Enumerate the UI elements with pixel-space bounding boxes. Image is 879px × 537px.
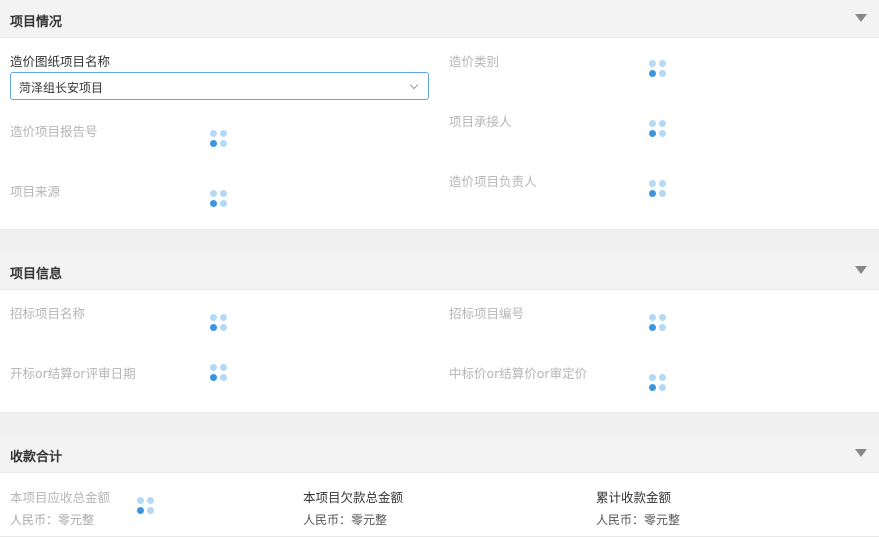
loading-spinner-icon (210, 314, 230, 334)
loading-spinner-icon (649, 180, 669, 200)
project-status-header[interactable]: 项目情况 (0, 0, 879, 38)
receivable-label: 本项目应收总金额 (10, 490, 111, 505)
collapse-caret-icon[interactable] (855, 266, 867, 274)
collected-label: 累计收款金额 (596, 490, 672, 505)
project-info-title: 项目信息 (10, 267, 63, 282)
collection-header[interactable]: 收款合计 (0, 435, 879, 473)
collection-section: 收款合计 本项目应收总金额 人民币：零元整 本项目欠款总金额 人民币：零元整 累… (0, 435, 879, 537)
collected-value: 人民币：零元整 (596, 513, 681, 527)
loading-spinner-icon (649, 120, 669, 140)
undertaker-label: 项目承接人 (449, 114, 512, 129)
collection-title: 收款合计 (10, 450, 63, 465)
drawing-project-label: 造价图纸项目名称 (10, 54, 111, 69)
chevron-down-icon (409, 80, 419, 90)
date-label: 开标or结算or评审日期 (10, 366, 136, 381)
loading-spinner-icon (137, 497, 157, 517)
loading-spinner-icon (649, 314, 669, 334)
collapse-caret-icon[interactable] (855, 14, 867, 22)
project-status-title: 项目情况 (10, 15, 63, 30)
report-number-label: 造价项目报告号 (10, 124, 98, 139)
loading-spinner-icon (210, 364, 230, 384)
source-label: 项目来源 (10, 184, 61, 199)
loading-spinner-icon (649, 374, 669, 394)
owed-value: 人民币：零元整 (303, 513, 388, 527)
owed-label: 本项目欠款总金额 (303, 490, 404, 505)
manager-label: 造价项目负责人 (449, 174, 537, 189)
bid-number-label: 招标项目编号 (449, 306, 525, 321)
collapse-caret-icon[interactable] (855, 449, 867, 457)
cost-category-label: 造价类别 (449, 54, 500, 69)
bid-name-label: 招标项目名称 (10, 306, 86, 321)
project-status-section: 项目情况 造价图纸项目名称 菏泽组长安项目 造价类别 造价项目报告号 项目承接人… (0, 0, 879, 230)
project-info-section: 项目信息 招标项目名称 招标项目编号 开标or结算or评审日期 中标价or结算价… (0, 252, 879, 413)
drawing-project-value: 菏泽组长安项目 (19, 81, 104, 95)
receivable-value: 人民币：零元整 (10, 513, 95, 527)
loading-spinner-icon (210, 130, 230, 150)
project-info-header[interactable]: 项目信息 (0, 252, 879, 290)
loading-spinner-icon (649, 60, 669, 80)
price-label: 中标价or结算价or审定价 (449, 366, 588, 381)
loading-spinner-icon (210, 190, 230, 210)
drawing-project-select[interactable]: 菏泽组长安项目 (10, 72, 429, 100)
